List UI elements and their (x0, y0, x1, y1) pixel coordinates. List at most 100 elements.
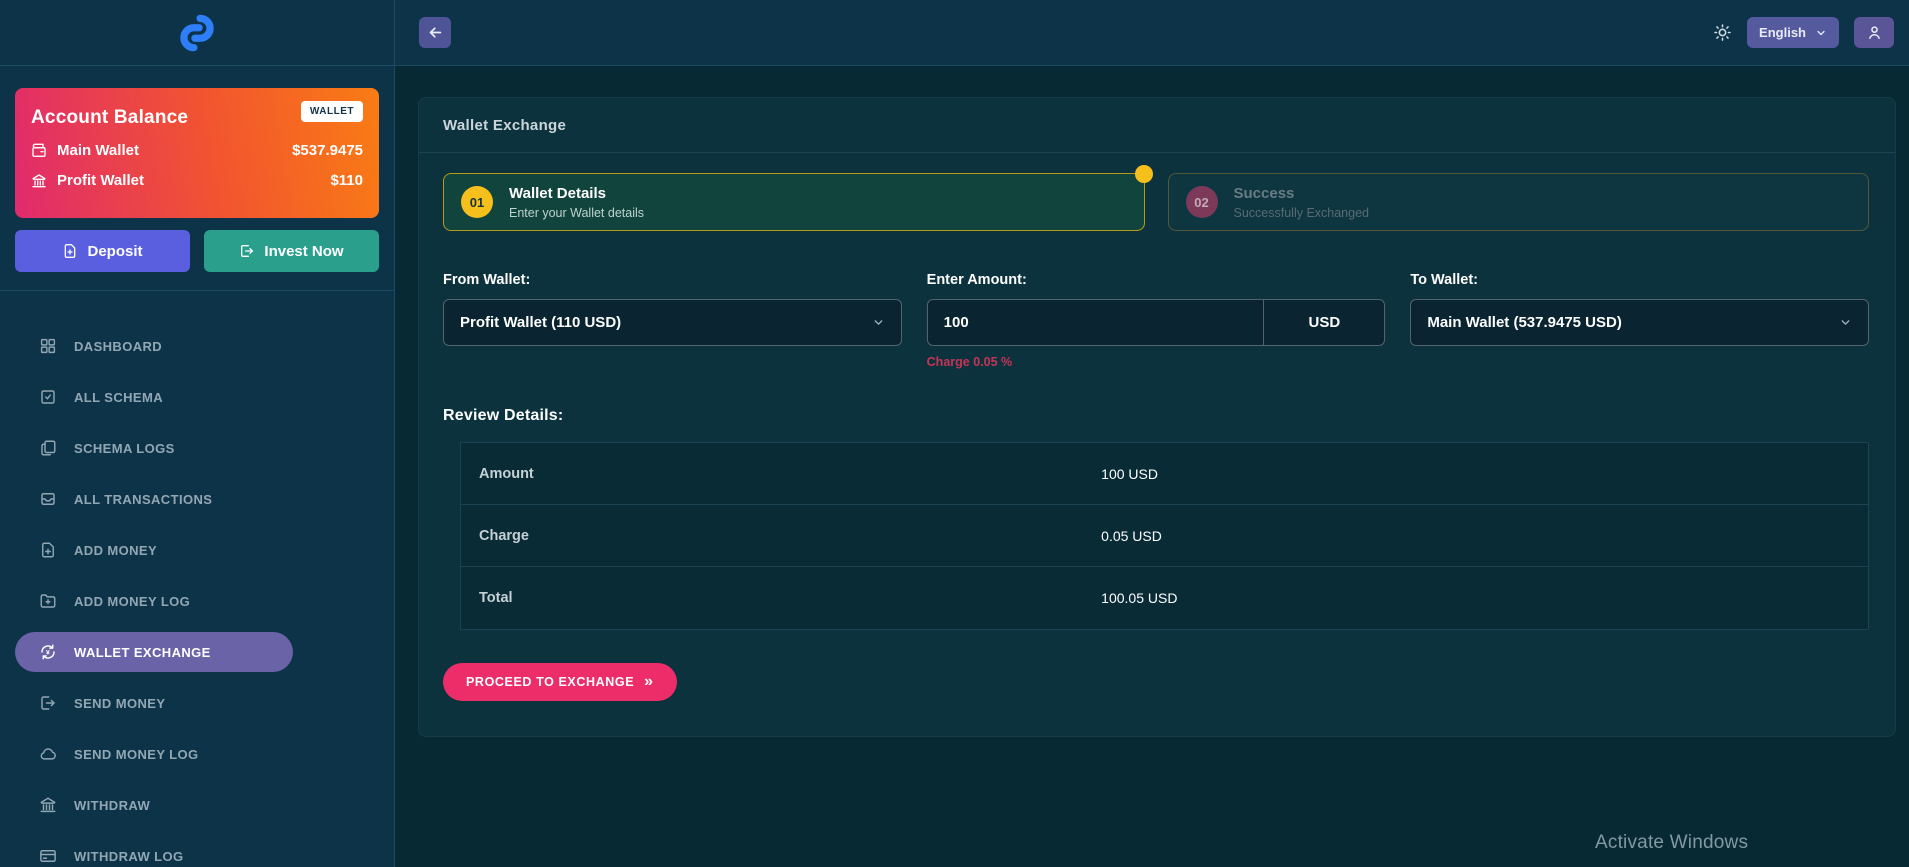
review-row-label: Total (461, 590, 1101, 606)
enter-amount-label: Enter Amount: (927, 272, 1386, 288)
step-title: Wallet Details (509, 185, 644, 202)
balance-card-title: Account Balance (31, 101, 188, 129)
proceed-to-exchange-button[interactable]: PROCEED TO EXCHANGE » (443, 663, 677, 701)
sidebar-item-label: WITHDRAW LOG (74, 849, 184, 864)
wallet-badge: WALLET (301, 101, 363, 122)
main-wallet-label: Main Wallet (57, 142, 139, 159)
amount-input[interactable] (927, 299, 1265, 346)
sidebar-item-label: DASHBOARD (74, 339, 162, 354)
invest-arrow-icon (239, 243, 255, 259)
sidebar-item-all-schema[interactable]: ALL SCHEMA (15, 377, 293, 417)
step-title: Success (1234, 185, 1370, 202)
add-money-icon (39, 541, 57, 559)
sidebar-item-label: ADD MONEY LOG (74, 594, 190, 609)
deposit-file-plus-icon (62, 243, 78, 259)
sidebar-item-wallet-exchange[interactable]: ¥ WALLET EXCHANGE (15, 632, 293, 672)
profile-button[interactable] (1854, 17, 1894, 48)
withdraw-log-icon (39, 847, 57, 865)
sidebar-item-send-money[interactable]: SEND MONEY (15, 683, 293, 723)
sidebar-item-schema-logs[interactable]: SCHEMA LOGS (15, 428, 293, 468)
to-wallet-select[interactable]: Main Wallet (537.9475 USD) (1410, 299, 1869, 346)
step-subtitle: Enter your Wallet details (509, 206, 644, 220)
activate-windows-watermark: Activate Windows (1595, 832, 1748, 854)
sidebar-item-label: ALL SCHEMA (74, 390, 163, 405)
review-row-value: 100 USD (1101, 466, 1158, 482)
invest-now-button-label: Invest Now (264, 243, 343, 260)
all-transactions-icon (39, 490, 57, 508)
review-row-value: 0.05 USD (1101, 528, 1162, 544)
back-button[interactable] (419, 17, 451, 48)
sidebar-item-add-money-log[interactable]: ADD MONEY LOG (15, 581, 293, 621)
step-number-badge: 01 (461, 186, 493, 218)
deposit-button[interactable]: Deposit (15, 230, 190, 272)
language-label: English (1759, 25, 1806, 40)
proceed-button-label: PROCEED TO EXCHANGE (466, 675, 634, 689)
from-wallet-label: From Wallet: (443, 272, 902, 288)
to-wallet-label: To Wallet: (1410, 272, 1869, 288)
main-wallet-row: Main Wallet $537.9475 (31, 142, 363, 159)
all-schema-icon (39, 388, 57, 406)
currency-addon: USD (1263, 299, 1385, 346)
sidebar-item-withdraw[interactable]: WITHDRAW (15, 785, 293, 825)
sidebar-divider (0, 290, 394, 291)
main-wallet-amount: $537.9475 (292, 142, 363, 159)
wallet-exchange-card: Wallet Exchange 01 Wallet Details Enter … (418, 97, 1896, 737)
table-row: Charge 0.05 USD (461, 505, 1868, 567)
step-wizard: 01 Wallet Details Enter your Wallet deta… (443, 173, 1869, 231)
table-row: Total 100.05 USD (461, 567, 1868, 629)
back-arrow-icon (427, 24, 444, 41)
review-row-label: Charge (461, 528, 1101, 544)
review-details-title: Review Details: (443, 407, 1869, 425)
sidebar-item-label: ALL TRANSACTIONS (74, 492, 212, 507)
sidebar-item-send-money-log[interactable]: SEND MONEY LOG (15, 734, 293, 774)
chevron-down-icon (1815, 27, 1827, 39)
app-window: English Account Balance WALLET (0, 0, 1909, 867)
from-wallet-selected-value: Profit Wallet (110 USD) (460, 314, 621, 331)
page-title: Wallet Exchange (443, 117, 566, 134)
send-money-log-icon (39, 745, 57, 763)
exchange-form: From Wallet: Profit Wallet (110 USD) Ent… (443, 272, 1869, 369)
sidebar-item-label: WALLET EXCHANGE (74, 645, 211, 660)
sidebar: Account Balance WALLET Main Wallet $537.… (0, 66, 395, 867)
bank-icon (31, 173, 47, 189)
double-chevron-right-icon: » (644, 674, 654, 690)
dashboard-icon (39, 337, 57, 355)
profit-wallet-row: Profit Wallet $110 (31, 172, 363, 189)
table-row: Amount 100 USD (461, 443, 1868, 505)
send-money-icon (39, 694, 57, 712)
brand-logo-icon[interactable] (174, 10, 220, 56)
step-progress-dot (1135, 165, 1153, 183)
step-wallet-details[interactable]: 01 Wallet Details Enter your Wallet deta… (443, 173, 1145, 231)
account-balance-card: Account Balance WALLET Main Wallet $537.… (15, 88, 379, 218)
main-content: Wallet Exchange 01 Wallet Details Enter … (395, 66, 1909, 867)
sidebar-item-label: WITHDRAW (74, 798, 150, 813)
sidebar-item-label: ADD MONEY (74, 543, 157, 558)
step-number-badge: 02 (1186, 186, 1218, 218)
language-selector[interactable]: English (1747, 17, 1839, 48)
sidebar-item-all-transactions[interactable]: ALL TRANSACTIONS (15, 479, 293, 519)
sidebar-menu: DASHBOARD ALL SCHEMA SCHEMA LOGS (15, 326, 379, 867)
profit-wallet-amount: $110 (330, 172, 363, 189)
sidebar-item-withdraw-log[interactable]: WITHDRAW LOG (15, 836, 293, 867)
review-table: Amount 100 USD Charge 0.05 USD Total 100… (460, 442, 1869, 630)
to-wallet-selected-value: Main Wallet (537.9475 USD) (1427, 314, 1622, 331)
deposit-button-label: Deposit (87, 243, 142, 260)
wallet-icon (31, 143, 47, 159)
profit-wallet-label: Profit Wallet (57, 172, 144, 189)
sidebar-item-label: SEND MONEY (74, 696, 165, 711)
user-icon (1866, 24, 1883, 41)
add-money-log-icon (39, 592, 57, 610)
chevron-down-icon (1839, 316, 1852, 329)
wallet-exchange-icon: ¥ (39, 643, 57, 661)
sidebar-item-dashboard[interactable]: DASHBOARD (15, 326, 293, 366)
charge-note: Charge 0.05 % (927, 355, 1386, 369)
sidebar-item-label: SCHEMA LOGS (74, 441, 175, 456)
topbar: English (395, 0, 1909, 66)
from-wallet-select[interactable]: Profit Wallet (110 USD) (443, 299, 902, 346)
withdraw-icon (39, 796, 57, 814)
step-success[interactable]: 02 Success Successfully Exchanged (1168, 173, 1870, 231)
theme-toggle-button[interactable] (1713, 23, 1732, 42)
sidebar-item-add-money[interactable]: ADD MONEY (15, 530, 293, 570)
invest-now-button[interactable]: Invest Now (204, 230, 379, 272)
chevron-down-icon (872, 316, 885, 329)
